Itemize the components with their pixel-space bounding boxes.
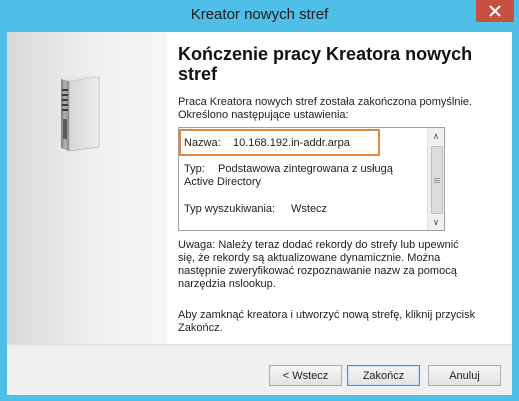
lookup-label: Typ wyszukiwania: bbox=[184, 203, 276, 215]
intro-text: Praca Kreatora nowych stref została zako… bbox=[178, 96, 473, 121]
type-value-line2: Active Directory bbox=[184, 176, 262, 188]
type-value-line1: Podstawowa zintegrowana z usługą bbox=[218, 163, 393, 175]
close-button[interactable] bbox=[476, 0, 514, 22]
lookup-value: Wstecz bbox=[291, 203, 328, 215]
type-label: Typ: bbox=[184, 163, 205, 175]
button-bar: < Wstecz Zakończ Anuluj bbox=[7, 344, 512, 395]
cancel-button[interactable]: Anuluj bbox=[428, 365, 501, 386]
finish-button[interactable]: Zakończ bbox=[347, 365, 420, 386]
title-bar[interactable]: Kreator nowych stref bbox=[0, 0, 519, 32]
wizard-window: Kreator nowych stref Kończenie pracy Kre… bbox=[0, 0, 519, 401]
scroll-down-arrow-icon[interactable]: ∨ bbox=[428, 214, 444, 230]
server-icon bbox=[61, 75, 100, 152]
back-button[interactable]: < Wstecz bbox=[269, 365, 342, 386]
summary-scrollbar[interactable]: ∧ ∨ bbox=[427, 128, 444, 230]
page-title: Kończenie pracy Kreatora nowych stref bbox=[178, 44, 473, 84]
close-instruction-text: Aby zamknąć kreatora i utworzyć nową str… bbox=[178, 309, 476, 334]
summary-type-row: Typ: Podstawowa zintegrowana z usługą bbox=[184, 163, 422, 176]
scroll-up-arrow-icon[interactable]: ∧ bbox=[428, 128, 444, 144]
note-text: Uwaga: Należy teraz dodać rekordy do str… bbox=[178, 239, 459, 290]
name-highlight-box bbox=[179, 129, 380, 156]
window-title: Kreator nowych stref bbox=[190, 6, 329, 23]
wizard-client-area: Kończenie pracy Kreatora nowych stref Pr… bbox=[7, 32, 512, 395]
summary-lookup-row: Typ wyszukiwania: Wstecz bbox=[184, 203, 422, 216]
wizard-side-panel bbox=[7, 32, 167, 344]
scrollbar-thumb[interactable] bbox=[431, 146, 443, 214]
close-icon bbox=[489, 5, 501, 17]
